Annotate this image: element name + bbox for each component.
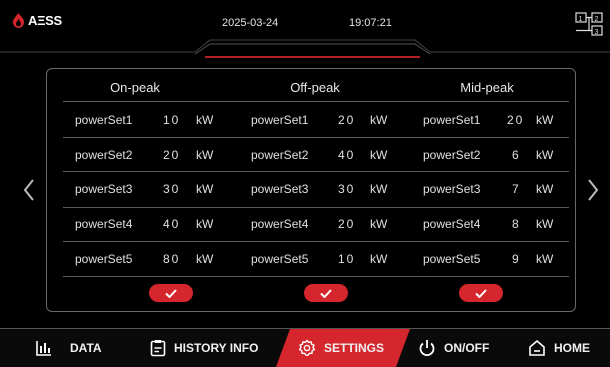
header-date: 2025-03-24	[222, 17, 279, 29]
bar-chart-icon	[36, 341, 51, 356]
on-peak-value-3[interactable]: 30	[163, 182, 180, 196]
mid-peak-label-2: powerSet2	[423, 148, 481, 162]
on-peak-unit-2: kW	[196, 148, 214, 162]
column-title-off-peak: Off-peak	[290, 80, 340, 95]
nav-history-label: HISTORY INFO	[174, 341, 259, 355]
on-peak-value-5[interactable]: 80	[163, 252, 180, 266]
row-divider	[63, 276, 569, 277]
off-peak-value-5[interactable]: 10	[338, 252, 355, 266]
nav-home[interactable]: HOME	[528, 329, 590, 367]
on-peak-label-2: powerSet2	[75, 148, 133, 162]
previous-page-button[interactable]	[22, 178, 36, 207]
bottom-nav: DATA HISTORY INFO SETTINGS ON/OFF HOME	[0, 328, 610, 367]
off-peak-unit-4: kW	[370, 217, 388, 231]
column-title-on-peak: On-peak	[110, 80, 160, 95]
off-peak-value-3[interactable]: 30	[338, 182, 355, 196]
header-divider	[0, 39, 610, 58]
on-peak-label-3: powerSet3	[75, 182, 133, 196]
on-peak-value-4[interactable]: 40	[163, 217, 180, 231]
on-peak-label-5: powerSet5	[75, 252, 133, 266]
nav-on-off[interactable]: ON/OFF	[418, 329, 489, 367]
row-divider	[63, 207, 569, 208]
nav-on-off-label: ON/OFF	[444, 341, 490, 355]
on-peak-unit-3: kW	[196, 182, 214, 196]
off-peak-label-2: powerSet2	[251, 148, 309, 162]
topology-badge-1: 1	[579, 16, 583, 23]
chevron-right-icon	[588, 179, 599, 201]
mid-peak-unit-2: kW	[536, 148, 554, 162]
off-peak-value-4[interactable]: 20	[338, 217, 355, 231]
mid-peak-confirm-button[interactable]	[459, 284, 503, 302]
header-time: 19:07:21	[349, 17, 392, 29]
nav-home-label: HOME	[554, 341, 590, 355]
on-peak-unit-1: kW	[196, 113, 214, 127]
home-icon	[529, 339, 545, 356]
nav-settings-label: SETTINGS	[324, 341, 385, 355]
next-page-button[interactable]	[586, 178, 600, 207]
brand-name: AΞSS	[28, 13, 62, 28]
mid-peak-value-3[interactable]: 7	[512, 182, 521, 196]
nav-data[interactable]: DATA	[36, 329, 102, 367]
on-peak-value-1[interactable]: 10	[163, 113, 180, 127]
row-divider	[63, 137, 569, 138]
off-peak-label-3: powerSet3	[251, 182, 309, 196]
off-peak-unit-5: kW	[370, 252, 388, 266]
topology-badge-3: 3	[595, 29, 599, 36]
clipboard-icon	[150, 340, 166, 357]
off-peak-unit-2: kW	[370, 148, 388, 162]
off-peak-label-5: powerSet5	[251, 252, 309, 266]
checkmark-icon	[475, 288, 487, 298]
on-peak-confirm-button[interactable]	[149, 284, 193, 302]
off-peak-unit-3: kW	[370, 182, 388, 196]
off-peak-confirm-button[interactable]	[304, 284, 348, 302]
mid-peak-label-1: powerSet1	[423, 113, 481, 127]
flame-logo-icon	[13, 13, 24, 28]
on-peak-value-2[interactable]: 20	[163, 148, 180, 162]
mid-peak-unit-3: kW	[536, 182, 554, 196]
on-peak-unit-4: kW	[196, 217, 214, 231]
chevron-left-icon	[23, 179, 34, 201]
off-peak-label-1: powerSet1	[251, 113, 309, 127]
mid-peak-label-5: powerSet5	[423, 252, 481, 266]
topology-badge-2: 2	[595, 16, 599, 23]
checkmark-icon	[165, 288, 177, 298]
nav-data-label: DATA	[70, 341, 102, 355]
row-divider	[63, 171, 569, 172]
row-divider	[63, 101, 569, 102]
on-peak-unit-5: kW	[196, 252, 214, 266]
topology-icon[interactable]: 1 2 3	[574, 11, 604, 42]
mid-peak-value-2[interactable]: 6	[512, 148, 521, 162]
gear-icon	[298, 339, 316, 356]
mid-peak-label-3: powerSet3	[423, 182, 481, 196]
mid-peak-value-4[interactable]: 8	[512, 217, 521, 231]
mid-peak-unit-1: kW	[536, 113, 554, 127]
brand-logo: AΞSS	[12, 13, 62, 28]
mid-peak-label-4: powerSet4	[423, 217, 481, 231]
row-divider	[63, 241, 569, 242]
off-peak-value-1[interactable]: 20	[338, 113, 355, 127]
checkmark-icon	[320, 288, 332, 298]
on-peak-label-4: powerSet4	[75, 217, 133, 231]
nav-history-info[interactable]: HISTORY INFO	[150, 329, 258, 367]
nav-settings[interactable]: SETTINGS	[298, 329, 384, 367]
mid-peak-unit-4: kW	[536, 217, 554, 231]
power-icon	[419, 340, 435, 357]
off-peak-unit-1: kW	[370, 113, 388, 127]
off-peak-label-4: powerSet4	[251, 217, 309, 231]
column-title-mid-peak: Mid-peak	[460, 80, 514, 95]
off-peak-value-2[interactable]: 40	[338, 148, 355, 162]
mid-peak-unit-5: kW	[536, 252, 554, 266]
mid-peak-value-1[interactable]: 20	[507, 113, 524, 127]
mid-peak-value-5[interactable]: 9	[512, 252, 521, 266]
on-peak-label-1: powerSet1	[75, 113, 133, 127]
